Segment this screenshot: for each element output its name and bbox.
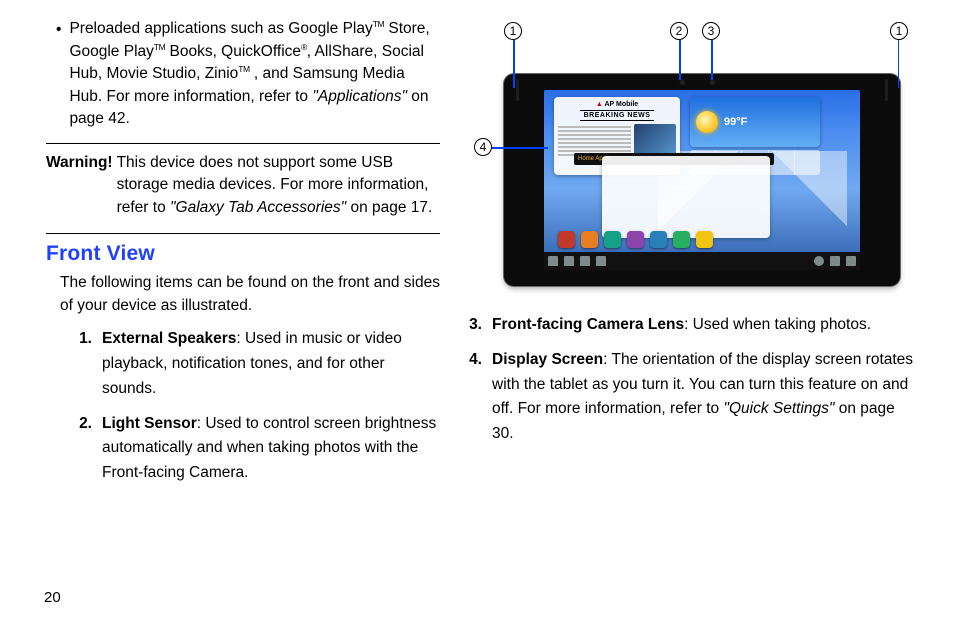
weather-temp: 99°F (724, 116, 747, 128)
weather-widget: 99°F (690, 97, 820, 147)
tablet-device: ▲ AP Mobile BREAKING NEWS (504, 74, 900, 286)
lead-line (492, 147, 548, 149)
section-heading-front-view: Front View (46, 242, 440, 266)
app-icon (673, 231, 690, 248)
callout-2: 2 (670, 22, 688, 40)
preloaded-apps-bullet: • Preloaded applications such as Google … (56, 18, 440, 131)
page-number: 20 (44, 589, 61, 606)
lead-line (711, 40, 713, 80)
divider (46, 233, 440, 234)
wifi-icon (830, 256, 840, 266)
news-logo: ▲ AP Mobile (596, 101, 638, 108)
warning-body: This device does not support some USB st… (117, 152, 440, 219)
status-bar (544, 252, 860, 270)
list-item: 4. Display Screen: The orientation of th… (468, 348, 914, 447)
screenshot-icon (596, 256, 606, 266)
app-icon (696, 231, 713, 248)
app-icon (650, 231, 667, 248)
home-icon (564, 256, 574, 266)
callout-3: 3 (702, 22, 720, 40)
news-headline: BREAKING NEWS (580, 110, 655, 121)
list-item: 1. External Speakers: Used in music or v… (78, 327, 440, 401)
bullet-icon: • (56, 19, 61, 131)
list-item: 3. Front-facing Camera Lens: Used when t… (468, 313, 914, 338)
speaker-icon (516, 79, 519, 101)
app-dock (558, 231, 713, 248)
speaker-icon (885, 79, 888, 101)
app-icon (581, 231, 598, 248)
list-item: 2. Light Sensor: Used to control screen … (78, 412, 440, 486)
lead-line (513, 40, 515, 88)
back-icon (548, 256, 558, 266)
light-sensor-icon (680, 80, 685, 85)
lead-line (679, 40, 681, 80)
recent-icon (580, 256, 590, 266)
battery-icon (846, 256, 856, 266)
front-camera-icon (710, 80, 715, 85)
warning-label: Warning! (46, 152, 113, 219)
divider (46, 143, 440, 144)
app-icon (604, 231, 621, 248)
section-intro: The following items can be found on the … (60, 272, 440, 317)
apps-panel (602, 156, 770, 238)
notification-icon (814, 256, 824, 266)
app-icon (558, 231, 575, 248)
front-view-diagram: 1 2 3 1 4 ▲ AP Mobile BREAKIN (474, 18, 908, 293)
bullet-text: Preloaded applications such as Google Pl… (69, 18, 440, 131)
app-icon (627, 231, 644, 248)
callout-1-right: 1 (890, 22, 908, 40)
callout-4: 4 (474, 138, 492, 156)
lead-line (898, 40, 900, 88)
sun-icon (696, 111, 718, 133)
display-screen: ▲ AP Mobile BREAKING NEWS (544, 90, 860, 270)
callout-1-left: 1 (504, 22, 522, 40)
warning-block: Warning! This device does not support so… (46, 152, 440, 219)
